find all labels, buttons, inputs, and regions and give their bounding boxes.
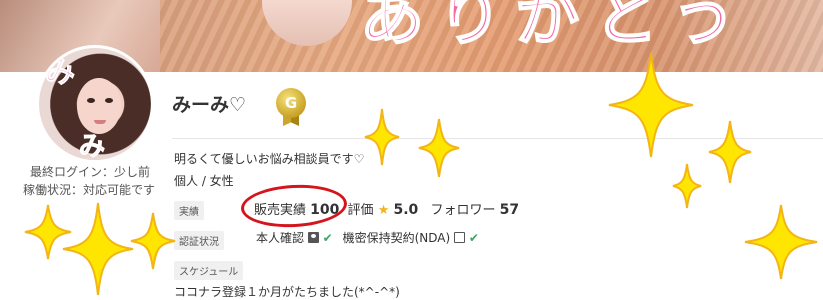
sparkle-icon bbox=[364, 108, 400, 166]
sparkle-icon bbox=[608, 52, 694, 158]
identity-label: 本人確認 bbox=[256, 231, 305, 245]
sparkle-icon bbox=[744, 204, 818, 280]
rank-medal-icon: G bbox=[276, 88, 306, 118]
followers-label[interactable]: フォロワー bbox=[430, 203, 495, 218]
avatar[interactable]: み み bbox=[36, 45, 154, 163]
last-login: 最終ログイン：少し前 bbox=[30, 165, 151, 179]
work-status: 稼働状況：対応可能です bbox=[23, 183, 156, 197]
lock-icon bbox=[453, 232, 465, 243]
check-icon: ✔ bbox=[468, 231, 479, 245]
profile-intro: 明るくて優しいお悩み相談員です♡ bbox=[174, 152, 365, 166]
annotation-circle bbox=[239, 182, 349, 230]
avatar-eye bbox=[105, 98, 113, 103]
schedule-tag: スケジュール bbox=[174, 261, 244, 280]
id-card-icon bbox=[307, 232, 319, 243]
rating-label: 評価 bbox=[347, 203, 374, 218]
followers-value[interactable]: 57 bbox=[500, 202, 519, 218]
rank-badge[interactable]: G bbox=[276, 88, 306, 128]
sparkle-icon bbox=[672, 163, 702, 209]
stats-tag: 実績 bbox=[174, 201, 204, 220]
star-icon: ★ bbox=[377, 203, 390, 218]
verification-row: 本人確認 ✔ 機密保持契約(NDA) ✔ bbox=[256, 229, 479, 246]
avatar-scribble: み bbox=[78, 132, 106, 162]
sparkle-icon bbox=[418, 118, 460, 178]
sparkle-icon bbox=[62, 202, 134, 296]
verification-tag: 認証状況 bbox=[174, 231, 224, 250]
avatar-eye bbox=[87, 98, 95, 103]
user-name: みーみ♡ bbox=[172, 94, 247, 116]
profile-type-gender: 個人 / 女性 bbox=[174, 174, 234, 188]
sparkle-icon bbox=[130, 212, 176, 270]
rating-value: 5.0 bbox=[393, 202, 419, 218]
cover-decor-text: ありがとう bbox=[359, 0, 750, 56]
nda-label: 機密保持契約(NDA) bbox=[342, 231, 451, 245]
schedule-text: ココナラ登録１か月がたちました(*^-^*) bbox=[174, 285, 400, 299]
sparkle-icon bbox=[708, 120, 752, 184]
avatar-scribble: み bbox=[45, 55, 76, 90]
check-icon: ✔ bbox=[322, 231, 333, 245]
